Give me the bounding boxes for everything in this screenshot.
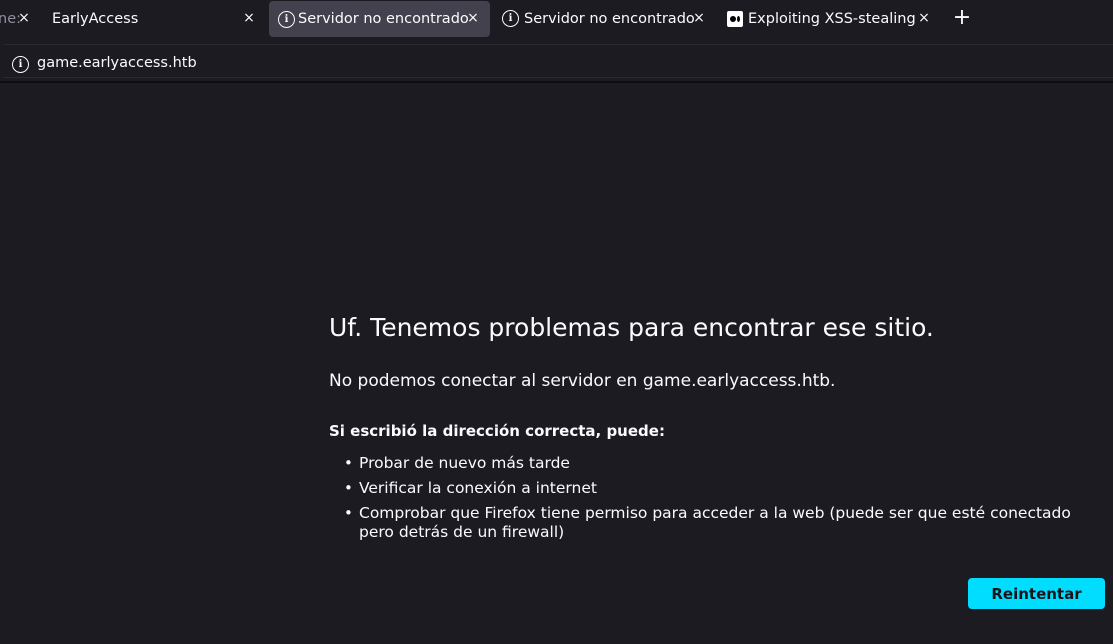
close-icon[interactable]: ×: [464, 9, 482, 27]
suggestions-list: • Probar de nuevo más tarde • Verificar …: [329, 454, 1099, 548]
suggestion-text: Probar de nuevo más tarde: [359, 454, 570, 472]
close-icon[interactable]: ×: [240, 9, 258, 27]
retry-button[interactable]: Reintentar: [968, 578, 1105, 609]
suggestion-text: Comprobar que Firefox tiene permiso para…: [359, 504, 1071, 541]
tab-partial[interactable]: ne: ×: [0, 0, 40, 37]
tab-exploiting-xss[interactable]: Exploiting XSS-stealing c ×: [722, 0, 938, 37]
list-item: • Verificar la conexión a internet: [329, 479, 1099, 498]
address-bar[interactable]: i game.earlyaccess.htb: [3, 44, 1113, 78]
tab-label: Servidor no encontrado: [298, 11, 469, 27]
error-title: Uf. Tenemos problemas para encontrar ese…: [329, 313, 934, 342]
tab-label: Servidor no encontrado: [524, 10, 695, 27]
tab-label: EarlyAccess: [52, 10, 139, 27]
site-info-icon[interactable]: i: [12, 56, 29, 73]
info-icon: i: [502, 10, 519, 27]
tab-label: Exploiting XSS-stealing c: [748, 10, 918, 27]
url-text[interactable]: game.earlyaccess.htb: [37, 55, 197, 71]
close-icon[interactable]: ×: [15, 9, 33, 27]
error-description: No podemos conectar al servidor en game.…: [329, 371, 836, 391]
close-icon[interactable]: ×: [915, 9, 933, 27]
bullet: •: [344, 454, 353, 472]
tab-servidor-no-encontrado[interactable]: i Servidor no encontrado ×: [494, 0, 718, 37]
suggestions-heading: Si escribió la dirección correcta, puede…: [329, 422, 665, 440]
new-tab-button[interactable]: +: [951, 7, 973, 30]
close-icon[interactable]: ×: [690, 9, 708, 27]
address-bar-field[interactable]: i game.earlyaccess.htb: [3, 47, 1113, 77]
tab-servidor-no-encontrado-active[interactable]: i Servidor no encontrado ×: [269, 1, 490, 37]
list-item: • Comprobar que Firefox tiene permiso pa…: [329, 504, 1099, 542]
suggestion-text: Verificar la conexión a internet: [359, 479, 597, 497]
tab-earlyaccess[interactable]: EarlyAccess ×: [40, 0, 266, 37]
bullet: •: [344, 479, 353, 497]
info-icon: i: [278, 10, 295, 28]
list-item: • Probar de nuevo más tarde: [329, 454, 1099, 473]
error-page: Uf. Tenemos problemas para encontrar ese…: [0, 83, 1113, 644]
bullet: •: [344, 504, 353, 522]
tab-strip: ne: × EarlyAccess × i Servidor no encont…: [0, 0, 1113, 40]
medium-icon: [727, 10, 743, 27]
